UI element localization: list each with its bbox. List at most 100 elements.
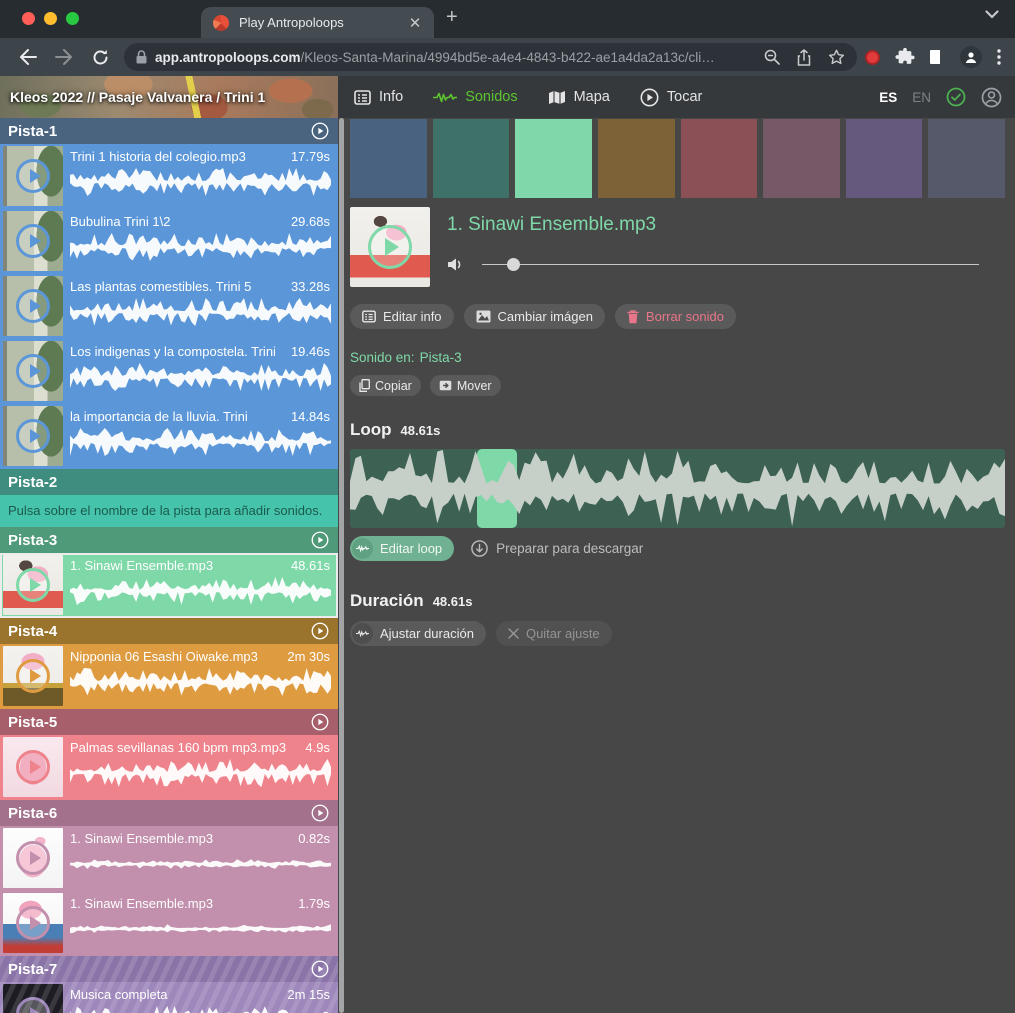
loop-waveform-panel[interactable] [350,449,1005,528]
scrollbar-thumb[interactable] [339,118,344,1013]
loop-duration-value: 48.61s [401,423,441,438]
clip-thumbnail-play[interactable] [3,276,63,336]
track-header[interactable]: Pista-2 [0,469,338,495]
track-name[interactable]: Pista-2 [8,474,57,491]
track-header[interactable]: Pista-7 [0,956,338,982]
palette-swatch-6[interactable] [763,119,840,198]
profile-avatar[interactable] [960,46,982,68]
track-play-button[interactable] [310,959,330,979]
clip-thumbnail-play[interactable] [3,893,63,953]
sound-clip[interactable]: Trini 1 historia del colegio.mp317.79s [0,144,338,209]
palette-swatch-2[interactable] [433,119,510,198]
track-name[interactable]: Pista-3 [8,532,57,549]
palette-swatch-5[interactable] [681,119,758,198]
recording-extension-icon[interactable] [865,50,880,65]
sound-clip[interactable]: Nipponia 06 Esashi Oiwake.mp32m 30s [0,644,338,709]
track-header[interactable]: Pista-5 [0,709,338,735]
browser-menu-icon[interactable] [997,49,1001,65]
tab-search-chevron-icon[interactable] [985,6,999,24]
palette-swatch-8[interactable] [928,119,1005,198]
palette-swatch-1[interactable] [350,119,427,198]
zoom-icon[interactable] [764,49,780,65]
account-icon[interactable] [981,87,1002,108]
project-map-banner[interactable]: Kleos 2022 // Pasaje Valvanera / Trini 1 [0,76,338,118]
browser-tab[interactable]: Play Antropoloops ✕ [201,7,434,38]
new-tab-button[interactable]: + [446,12,458,22]
track-name[interactable]: Pista-6 [8,805,57,822]
track-pista-3: Pista-3 1. Sinawi Ensemble.mp348.61s [0,527,338,618]
tab-close-icon[interactable]: ✕ [406,14,424,32]
sidebar-scrollbar[interactable] [338,118,344,1013]
clip-thumbnail-play[interactable] [3,646,63,706]
tab-mapa[interactable]: Mapa [548,89,610,105]
clip-thumbnail-play[interactable] [3,555,63,615]
prepare-download-button[interactable]: Preparar para descargar [471,540,643,557]
sound-in-track-link[interactable]: Pista-3 [420,350,462,365]
track-header[interactable]: Pista-3 [0,527,338,553]
change-image-button[interactable]: Cambiar imágen [464,304,605,329]
url-bar[interactable]: app.antropoloops.com /Kleos-Santa-Marina… [124,43,857,71]
volume-icon[interactable] [447,257,463,272]
track-name[interactable]: Pista-7 [8,961,57,978]
edit-loop-button[interactable]: Editar loop [350,536,454,561]
clip-thumbnail-play[interactable] [3,984,63,1013]
copy-button[interactable]: Copiar [350,375,421,396]
clip-thumbnail-play[interactable] [3,737,63,797]
sound-clip[interactable]: Las plantas comestibles. Trini 533.28s [0,274,338,339]
volume-slider-handle[interactable] [507,258,520,271]
palette-swatch-3[interactable] [515,119,592,198]
sound-clip[interactable]: Palmas sevillanas 160 bpm mp3.mp34.9s [0,735,338,800]
breadcrumb[interactable]: Kleos 2022 // Pasaje Valvanera / Trini 1 [10,89,265,105]
sound-thumbnail[interactable] [350,207,430,287]
move-button[interactable]: Mover [430,375,501,396]
sound-clip[interactable]: 1. Sinawi Ensemble.mp30.82s [0,826,338,891]
side-panel-icon[interactable] [930,50,945,64]
clip-thumbnail-play[interactable] [3,146,63,206]
track-name[interactable]: Pista-1 [8,123,57,140]
tab-info[interactable]: Info [354,89,403,105]
bookmark-star-icon[interactable] [828,49,845,65]
track-play-button[interactable] [310,530,330,550]
track-play-button[interactable] [310,121,330,141]
track-pista-7: Pista-7 Musica completa2m 15s [0,956,338,1013]
tab-tocar[interactable]: Tocar [640,88,702,107]
sound-clip[interactable]: Los indigenas y la compostela. Trini19.4… [0,339,338,404]
palette-swatch-4[interactable] [598,119,675,198]
lang-es[interactable]: ES [879,90,897,105]
forward-button[interactable] [51,49,77,65]
tab-sonidos[interactable]: Sonidos [433,89,517,105]
close-window-button[interactable] [22,12,35,25]
sound-clip[interactable]: 1. Sinawi Ensemble.mp31.79s [0,891,338,956]
track-name[interactable]: Pista-4 [8,623,57,640]
adjust-duration-button[interactable]: Ajustar duración [350,621,486,646]
share-icon[interactable] [797,49,811,66]
volume-slider[interactable] [482,264,979,265]
track-play-button[interactable] [310,803,330,823]
reload-button[interactable] [87,49,113,66]
palette-swatch-7[interactable] [846,119,923,198]
minimize-window-button[interactable] [44,12,57,25]
macos-traffic-lights[interactable] [0,12,79,38]
track-header[interactable]: Pista-6 [0,800,338,826]
delete-sound-button[interactable]: Borrar sonido [615,304,736,329]
sound-clip[interactable]: 1. Sinawi Ensemble.mp348.61s [0,553,338,618]
track-header[interactable]: Pista-1 [0,118,338,144]
remove-adjust-button[interactable]: Quitar ajuste [496,621,612,646]
sound-clip[interactable]: la importancia de la lluvia. Trini14.84s [0,404,338,469]
clip-thumbnail-play[interactable] [3,406,63,466]
edit-info-button[interactable]: Editar info [350,304,454,329]
back-button[interactable] [15,49,41,65]
clip-thumbnail-play[interactable] [3,341,63,401]
track-play-button[interactable] [310,621,330,641]
clip-duration: 17.79s [291,149,330,164]
track-play-button[interactable] [310,712,330,732]
track-name[interactable]: Pista-5 [8,714,57,731]
sound-clip[interactable]: Musica completa2m 15s [0,982,338,1013]
extensions-puzzle-icon[interactable] [895,47,915,67]
clip-thumbnail-play[interactable] [3,828,63,888]
clip-thumbnail-play[interactable] [3,211,63,271]
lang-en[interactable]: EN [912,90,931,105]
maximize-window-button[interactable] [66,12,79,25]
track-header[interactable]: Pista-4 [0,618,338,644]
sound-clip[interactable]: Bubulina Trini 1\229.68s [0,209,338,274]
